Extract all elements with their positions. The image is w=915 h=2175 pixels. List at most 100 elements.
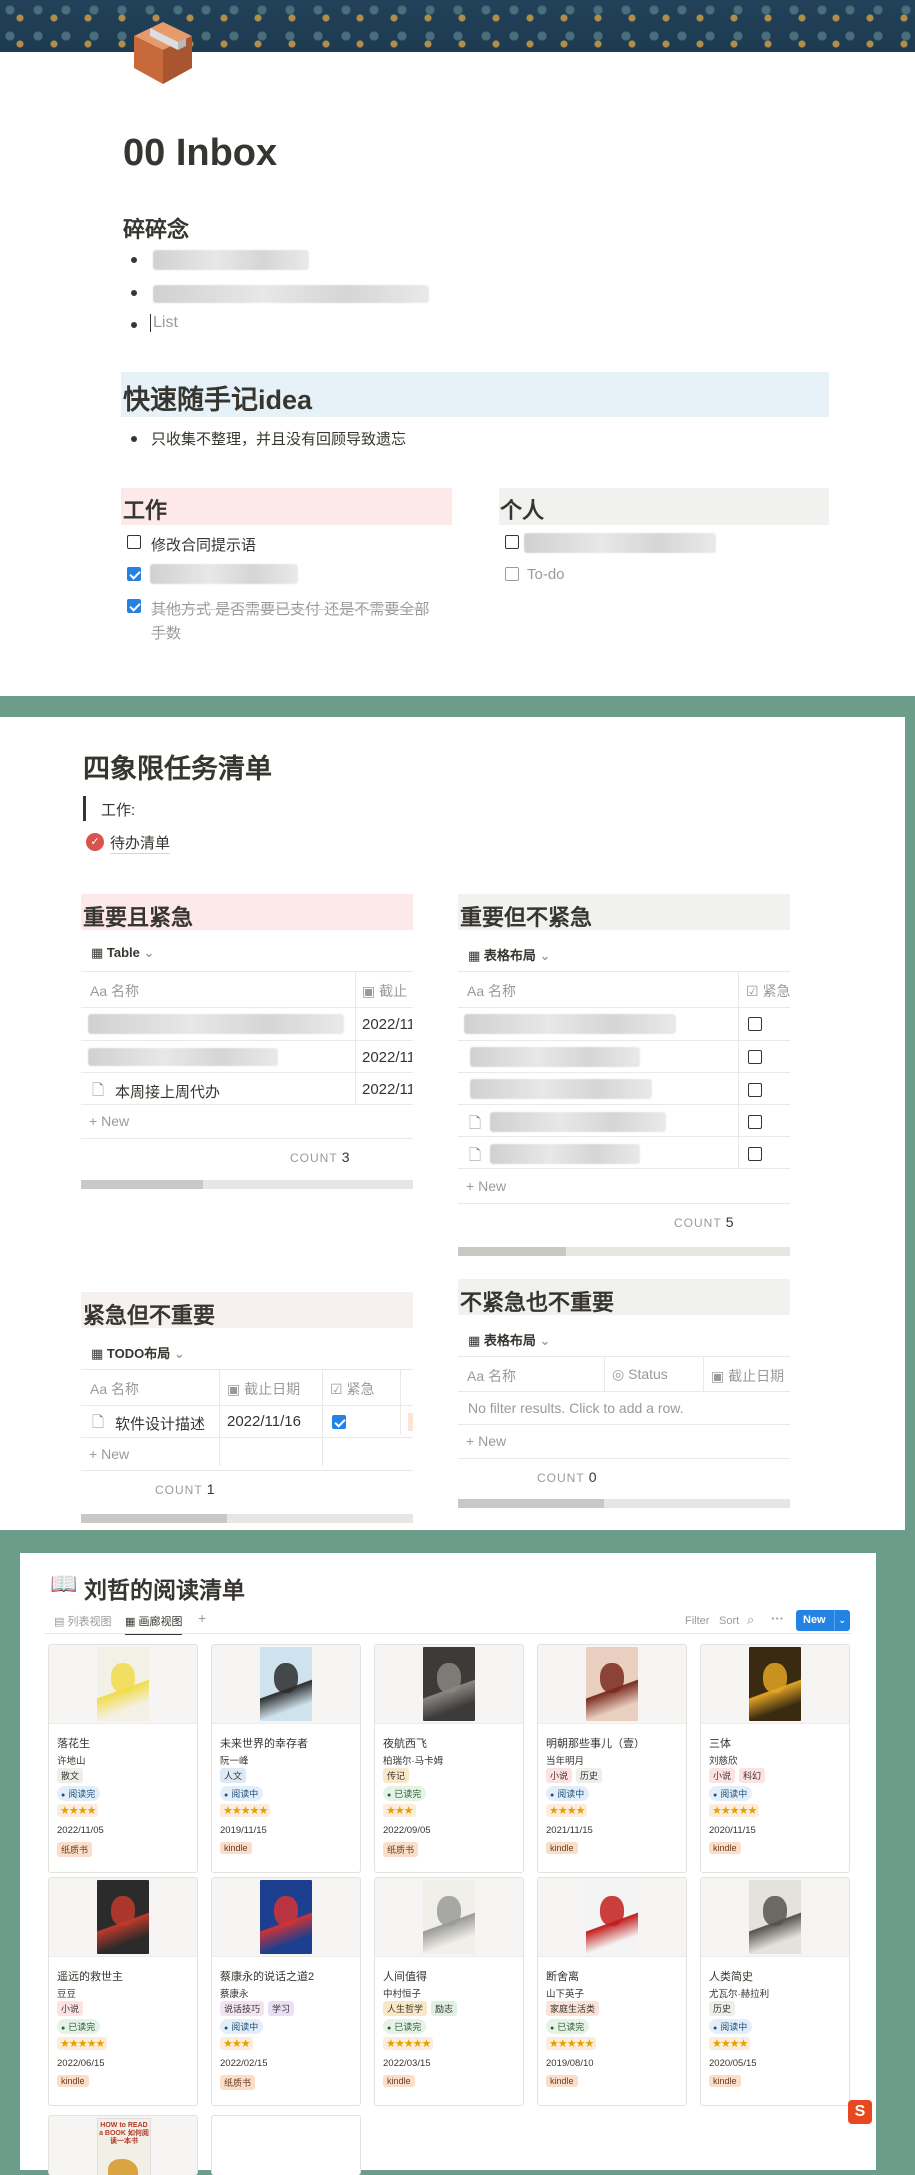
col-label: 紧急 — [762, 983, 791, 999]
gallery-card[interactable]: 夜航西飞 柏瑞尔·马卡姆 传记 已读完 ★★★ 2022/09/05 纸质书 — [374, 1644, 524, 1873]
count-footer[interactable]: COUNT 1 — [155, 1481, 215, 1497]
q3-view-tab[interactable]: ▦ TODO布局 ⌄ — [91, 1343, 185, 1362]
blurred-row-name[interactable] — [490, 1144, 640, 1164]
package-icon[interactable] — [132, 18, 194, 86]
gallery-card-empty[interactable] — [211, 2115, 361, 2175]
col-label: 名称 — [488, 1368, 517, 1384]
row-date[interactable]: 2022/11 — [362, 1016, 412, 1033]
urgent-checkbox[interactable] — [748, 1083, 762, 1097]
plus-icon: + — [89, 1446, 102, 1462]
todo-text-done: 手数 — [151, 625, 182, 642]
card-cover — [701, 1645, 849, 1724]
chevron-down-icon: ⌄ — [535, 948, 551, 963]
filter-button[interactable]: Filter — [685, 1615, 709, 1627]
empty-state[interactable]: No filter results. Click to add a row. — [468, 1400, 684, 1416]
row-divider — [458, 1424, 790, 1425]
urgent-checkbox[interactable] — [748, 1147, 762, 1161]
urgent-checkbox[interactable] — [748, 1017, 762, 1031]
add-view-button[interactable]: + — [198, 1610, 206, 1626]
genre-tag: 学习 — [268, 2001, 295, 2016]
col-header-urgent[interactable]: ☑ 紧急 — [330, 1379, 374, 1399]
col-header-status[interactable]: ◎ Status — [612, 1366, 668, 1383]
quote-bar — [83, 796, 86, 821]
book-author: 阮一峰 — [220, 1756, 249, 1767]
sort-button[interactable]: Sort — [719, 1615, 739, 1627]
blurred-row-name[interactable] — [464, 1014, 676, 1034]
gallery-card[interactable]: 未来世界的幸存者 阮一峰 人文 阅读中 ★★★★★ 2019/11/15 kin… — [211, 1644, 361, 1873]
reading-status-badge: 阅读中 — [220, 1786, 264, 1801]
row-divider — [458, 1136, 790, 1137]
genre-tag: 历史 — [709, 2001, 736, 2016]
row-name[interactable]: 软件设计描述 — [115, 1413, 205, 1434]
book-date: 2022/06/15 — [57, 2058, 105, 2069]
col-header-date[interactable]: ▣ 截止日期 — [227, 1379, 300, 1399]
gallery-card[interactable]: 人间值得 中村恒子 人生哲学励志 已读完 ★★★★★ 2022/03/15 ki… — [374, 1877, 524, 2106]
book-tags: 历史 — [709, 2001, 736, 2016]
row-divider — [458, 1104, 790, 1105]
book-date: 2022/11/05 — [57, 1825, 104, 1836]
search-icon[interactable]: ⌕ — [747, 1612, 754, 1628]
gallery-card[interactable]: HOW to READ a BOOK 如何阅读一本书 — [48, 2115, 198, 2175]
gallery-card[interactable]: 蔡康永的说话之道2 蔡康永 说话技巧学习 阅读中 ★★★ 2022/02/15 … — [211, 1877, 361, 2106]
calendar-icon: ▣ — [711, 1368, 729, 1384]
col-header-date[interactable]: ▣ 截止日期 — [711, 1366, 784, 1386]
todo-checkbox-checked[interactable] — [127, 599, 141, 613]
gallery-card[interactable]: 遥远的救世主 豆豆 小说 已读完 ★★★★★ 2022/06/15 kindle — [48, 1877, 198, 2106]
new-label: New — [478, 1178, 507, 1194]
row-name[interactable]: 本周接上周代办 — [115, 1081, 220, 1102]
genre-tag: 科幻 — [739, 1768, 766, 1783]
list-placeholder[interactable]: List — [150, 314, 178, 332]
blurred-row-name[interactable] — [88, 1014, 344, 1034]
col-header-name[interactable]: Aa 名称 — [467, 1366, 516, 1386]
blurred-row-name[interactable] — [470, 1047, 640, 1067]
new-row-button[interactable]: + New — [89, 1113, 129, 1129]
gallery-card[interactable]: 落花生 许地山 散文 阅读完 ★★★★ 2022/11/05 纸质书 — [48, 1644, 198, 1873]
horizontal-scrollbar[interactable] — [458, 1499, 790, 1508]
todo-checkbox[interactable] — [505, 567, 519, 581]
q4-view-tab[interactable]: ▦ 表格布局 ⌄ — [468, 1330, 550, 1349]
todo-checkbox[interactable] — [505, 535, 519, 549]
count-footer[interactable]: COUNT 3 — [290, 1149, 350, 1165]
row-date[interactable]: 2022/11 — [362, 1081, 412, 1098]
tab-gallery-view[interactable]: ▦ 画廊视图 — [125, 1613, 183, 1635]
tab-label: 列表视图 — [67, 1616, 112, 1628]
new-button[interactable]: New ⌄ — [796, 1610, 850, 1631]
q1-view-tab[interactable]: ▦ Table ⌄ — [91, 945, 154, 961]
blurred-row-name[interactable] — [470, 1079, 652, 1099]
count-footer[interactable]: COUNT 0 — [537, 1469, 597, 1485]
gallery-card[interactable]: 人类简史 尤瓦尔·赫拉利 历史 阅读中 ★★★★ 2020/05/15 kind… — [700, 1877, 850, 2106]
col-header-date[interactable]: ▣ 截止 — [362, 981, 407, 1001]
horizontal-scrollbar[interactable] — [81, 1180, 413, 1189]
gallery-card[interactable]: 三体 刘慈欣 小说科幻 阅读中 ★★★★★ 2020/11/15 kindle — [700, 1644, 850, 1873]
new-row-button[interactable]: + New — [466, 1178, 506, 1194]
col-header-urgent[interactable]: ☑ 紧急 — [746, 981, 790, 1001]
col-header-name[interactable]: Aa 名称 — [90, 981, 139, 1001]
todo-list-link[interactable]: 待办清单 — [110, 832, 171, 854]
col-header-name[interactable]: Aa 名称 — [90, 1379, 139, 1399]
book-cover-image — [586, 1880, 638, 1954]
blurred-row-name[interactable] — [490, 1112, 666, 1132]
page-icon: 🗋 — [92, 1082, 105, 1099]
todo-checkbox[interactable] — [127, 535, 141, 549]
urgent-checkbox[interactable] — [748, 1115, 762, 1129]
blurred-row-name[interactable] — [88, 1048, 278, 1066]
horizontal-scrollbar[interactable] — [458, 1247, 790, 1256]
urgent-checkbox-checked[interactable] — [332, 1415, 346, 1429]
count-footer[interactable]: COUNT 5 — [674, 1214, 734, 1230]
urgent-checkbox[interactable] — [748, 1050, 762, 1064]
todo-placeholder[interactable]: To-do — [527, 566, 565, 583]
gallery-card[interactable]: 明朝那些事儿（壹） 当年明月 小说历史 阅读中 ★★★★ 2021/11/15 … — [537, 1644, 687, 1873]
q2-view-tab[interactable]: ▦ 表格布局 ⌄ — [468, 945, 550, 964]
book-tags: 传记 — [383, 1768, 410, 1783]
horizontal-scrollbar[interactable] — [81, 1514, 413, 1523]
more-button[interactable]: ··· — [771, 1611, 784, 1626]
new-row-button[interactable]: + New — [466, 1433, 506, 1449]
tab-list-view[interactable]: ▤ 列表视图 — [54, 1613, 111, 1629]
col-header-name[interactable]: Aa 名称 — [467, 981, 516, 1001]
book-tags: 散文 — [57, 1768, 84, 1783]
row-date[interactable]: 2022/11/16 — [227, 1413, 301, 1430]
new-row-button[interactable]: + New — [89, 1446, 129, 1462]
row-date[interactable]: 2022/11 — [362, 1049, 412, 1066]
gallery-card[interactable]: 断舍离 山下英子 家庭生活类 已读完 ★★★★★ 2019/08/10 kind… — [537, 1877, 687, 2106]
todo-checkbox-checked[interactable] — [127, 567, 141, 581]
